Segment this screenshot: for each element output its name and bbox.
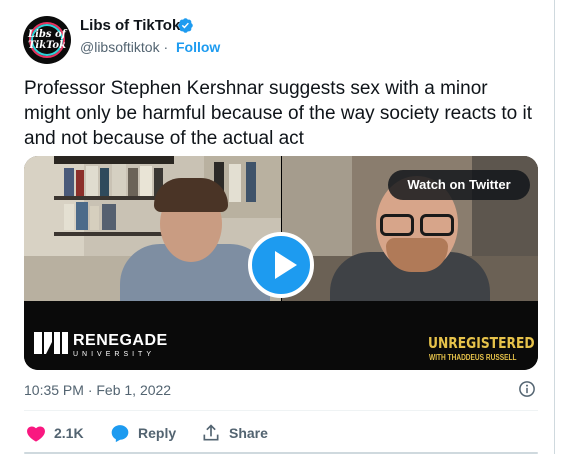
reply-label: Reply: [138, 425, 177, 441]
author-handle[interactable]: @libsoftiktok ·: [80, 39, 168, 55]
avatar[interactable]: Libs of TikTok: [23, 16, 71, 64]
tweet-text: Professor Stephen Kershnar suggests sex …: [24, 78, 532, 149]
unregistered-brand: UNREGISTERED: [428, 334, 535, 352]
unregistered-brand-sub: WITH THADDEUS RUSSELL: [429, 353, 517, 362]
like-button[interactable]: 2.1K: [26, 423, 84, 443]
follow-button[interactable]: Follow: [176, 39, 220, 55]
heart-icon: [27, 426, 45, 442]
watch-on-twitter-button[interactable]: Watch on Twitter: [388, 170, 530, 200]
card-border: [554, 0, 555, 454]
renegade-brand-sub: UNIVERSITY: [73, 351, 156, 358]
video-banner: RENEGADE UNIVERSITY UNREGISTERED WITH TH…: [24, 301, 538, 370]
reply-button[interactable]: Reply: [110, 423, 176, 443]
tweet-card: Libs of TikTok Libs of TikTok @libsoftik…: [0, 0, 573, 454]
renegade-brand: RENEGADE: [73, 332, 168, 349]
info-icon[interactable]: [518, 380, 536, 398]
tweet-timestamp[interactable]: 10:35 PM · Feb 1, 2022: [24, 382, 171, 398]
share-upload-icon: [203, 424, 219, 441]
avatar-text-line1: Libs of: [28, 29, 66, 40]
reply-bubble-icon: [111, 425, 129, 443]
video-media[interactable]: RENEGADE UNIVERSITY UNREGISTERED WITH TH…: [24, 156, 538, 370]
like-count: 2.1K: [54, 425, 84, 441]
play-icon: [275, 251, 297, 279]
share-label: Share: [229, 425, 268, 441]
author-name[interactable]: Libs of TikTok: [80, 17, 180, 34]
avatar-text-line2: TikTok: [27, 40, 67, 51]
handle-separator: ·: [163, 39, 169, 55]
divider: [24, 410, 538, 411]
video-pane-left: [24, 156, 281, 301]
verified-badge-icon: [178, 18, 193, 33]
renegade-logo-icon: [34, 332, 68, 354]
share-button[interactable]: Share: [201, 423, 268, 443]
play-button[interactable]: [248, 232, 314, 298]
handle-text[interactable]: @libsoftiktok: [80, 39, 160, 55]
